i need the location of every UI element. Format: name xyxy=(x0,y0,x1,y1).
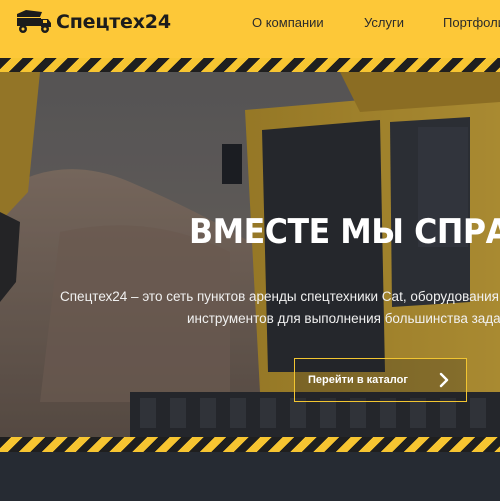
catalog-button-label: Перейти в каталог xyxy=(308,374,408,386)
hero-title: ВМЕСТЕ МЫ СПРАВИМСЯ xyxy=(189,212,500,252)
chevron-right-icon xyxy=(439,372,449,388)
hero-banner: ВМЕСТЕ МЫ СПРАВИМСЯ Спецтех24 – это сеть… xyxy=(0,72,500,437)
nav-item-about[interactable]: О компании xyxy=(252,15,324,30)
dark-section xyxy=(0,452,500,501)
catalog-button[interactable]: Перейти в каталог xyxy=(294,358,467,402)
hero-description-line-2: инструментов для выполнения большинства … xyxy=(187,311,500,326)
hazard-stripe-bottom xyxy=(0,437,500,452)
hazard-stripe-top xyxy=(0,58,500,72)
nav-item-services[interactable]: Услуги xyxy=(364,15,404,30)
nav-item-portfolio[interactable]: Портфолио xyxy=(443,15,500,30)
hero-description-line-1: Спецтех24 – это сеть пунктов аренды спец… xyxy=(60,289,500,304)
site-header: Спецтех24 О компании Услуги Портфолио xyxy=(0,0,500,58)
main-nav: О компании Услуги Портфолио xyxy=(0,15,500,33)
